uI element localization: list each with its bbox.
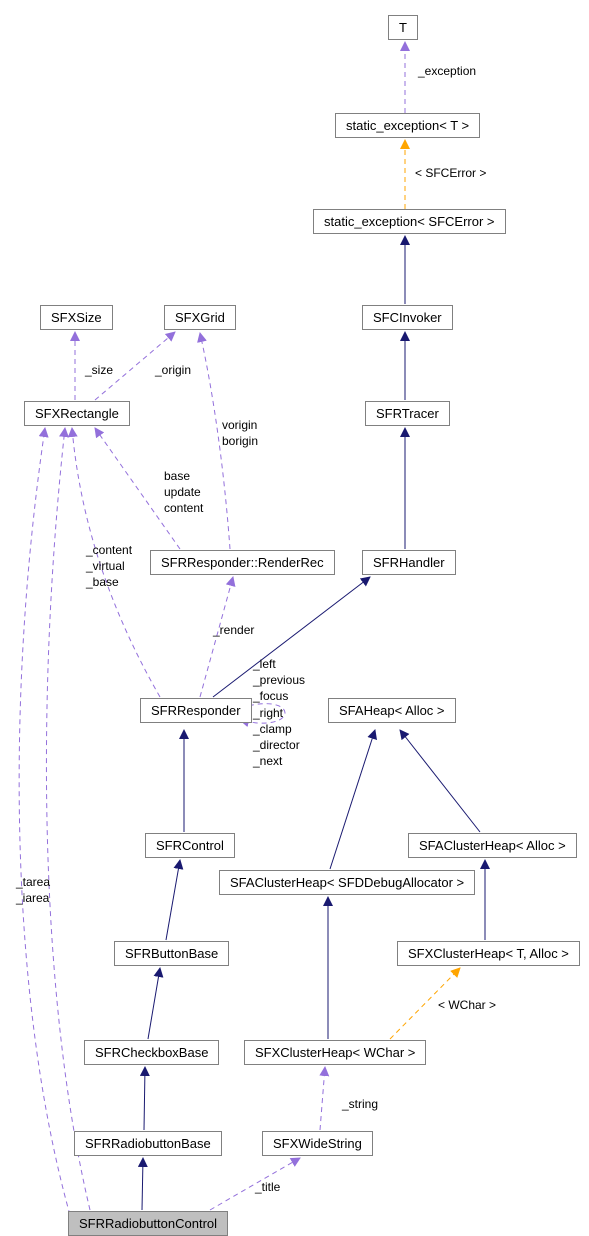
edge-label-sfcerror: < SFCError > bbox=[415, 165, 486, 181]
edge-label-wchar: < WChar > bbox=[438, 997, 496, 1013]
node-label: SFXRectangle bbox=[35, 406, 119, 421]
node-SFAClusterHeap-DbgAlloc[interactable]: SFAClusterHeap< SFDDebugAllocator > bbox=[219, 870, 475, 895]
edge-label-size: _size bbox=[85, 362, 113, 378]
node-label: SFRTracer bbox=[376, 406, 439, 421]
node-SFCInvoker[interactable]: SFCInvoker bbox=[362, 305, 453, 330]
node-label: SFXClusterHeap< T, Alloc > bbox=[408, 946, 569, 961]
node-label: SFAClusterHeap< SFDDebugAllocator > bbox=[230, 875, 464, 890]
node-label: SFRRadiobuttonBase bbox=[85, 1136, 211, 1151]
edge-label-base-upd: base update content bbox=[164, 468, 203, 517]
diagram-canvas: T static_exception< T > static_exception… bbox=[0, 0, 589, 1235]
edge-label-exception: _exception bbox=[418, 63, 476, 79]
node-T[interactable]: T bbox=[388, 15, 418, 40]
node-SFXSize[interactable]: SFXSize bbox=[40, 305, 113, 330]
edge-label-string: _string bbox=[342, 1096, 378, 1112]
edge-label-origin: _origin bbox=[155, 362, 191, 378]
node-SFRControl[interactable]: SFRControl bbox=[145, 833, 235, 858]
node-SFXWideString[interactable]: SFXWideString bbox=[262, 1131, 373, 1156]
node-SFRHandler[interactable]: SFRHandler bbox=[362, 550, 456, 575]
node-label: T bbox=[399, 20, 407, 35]
node-SFXGrid[interactable]: SFXGrid bbox=[164, 305, 236, 330]
node-label: SFXGrid bbox=[175, 310, 225, 325]
node-SFRCheckboxBase[interactable]: SFRCheckboxBase bbox=[84, 1040, 219, 1065]
node-label: SFRButtonBase bbox=[125, 946, 218, 961]
edge-label-cvb: _content _virtual _base bbox=[86, 542, 132, 591]
node-SFRRadiobuttonBase[interactable]: SFRRadiobuttonBase bbox=[74, 1131, 222, 1156]
node-label: SFRResponder bbox=[151, 703, 241, 718]
node-label: SFRCheckboxBase bbox=[95, 1045, 208, 1060]
edge-label-title: _title bbox=[255, 1179, 280, 1195]
edge-label-vorigin: vorigin borigin bbox=[222, 417, 258, 449]
node-SFRButtonBase[interactable]: SFRButtonBase bbox=[114, 941, 229, 966]
node-label: SFXWideString bbox=[273, 1136, 362, 1151]
edge-label-tarea: _tarea _iarea bbox=[16, 874, 50, 906]
node-SFRTracer[interactable]: SFRTracer bbox=[365, 401, 450, 426]
node-SFRRadiobuttonControl[interactable]: SFRRadiobuttonControl bbox=[68, 1211, 228, 1236]
node-label: SFXClusterHeap< WChar > bbox=[255, 1045, 415, 1060]
node-label: SFAHeap< Alloc > bbox=[339, 703, 445, 718]
node-SFAClusterHeap-Alloc[interactable]: SFAClusterHeap< Alloc > bbox=[408, 833, 577, 858]
node-SFRResponder-RenderRec[interactable]: SFRResponder::RenderRec bbox=[150, 550, 335, 575]
node-label: SFXSize bbox=[51, 310, 102, 325]
node-label: SFRControl bbox=[156, 838, 224, 853]
node-static-exception-SFCError[interactable]: static_exception< SFCError > bbox=[313, 209, 506, 234]
node-SFXRectangle[interactable]: SFXRectangle bbox=[24, 401, 130, 426]
node-SFAHeap-Alloc[interactable]: SFAHeap< Alloc > bbox=[328, 698, 456, 723]
node-label: SFAClusterHeap< Alloc > bbox=[419, 838, 566, 853]
node-label: SFRHandler bbox=[373, 555, 445, 570]
edge-label-render: _render bbox=[213, 622, 254, 638]
node-label: SFCInvoker bbox=[373, 310, 442, 325]
edge-label-selfloop: _left _previous _focus _right _clamp _di… bbox=[253, 656, 305, 769]
node-label: static_exception< T > bbox=[346, 118, 469, 133]
node-SFRResponder[interactable]: SFRResponder bbox=[140, 698, 252, 723]
node-label: static_exception< SFCError > bbox=[324, 214, 495, 229]
node-label: SFRResponder::RenderRec bbox=[161, 555, 324, 570]
node-label: SFRRadiobuttonControl bbox=[79, 1216, 217, 1231]
node-SFXClusterHeap-T-Alloc[interactable]: SFXClusterHeap< T, Alloc > bbox=[397, 941, 580, 966]
node-SFXClusterHeap-WChar[interactable]: SFXClusterHeap< WChar > bbox=[244, 1040, 426, 1065]
node-static-exception-T[interactable]: static_exception< T > bbox=[335, 113, 480, 138]
